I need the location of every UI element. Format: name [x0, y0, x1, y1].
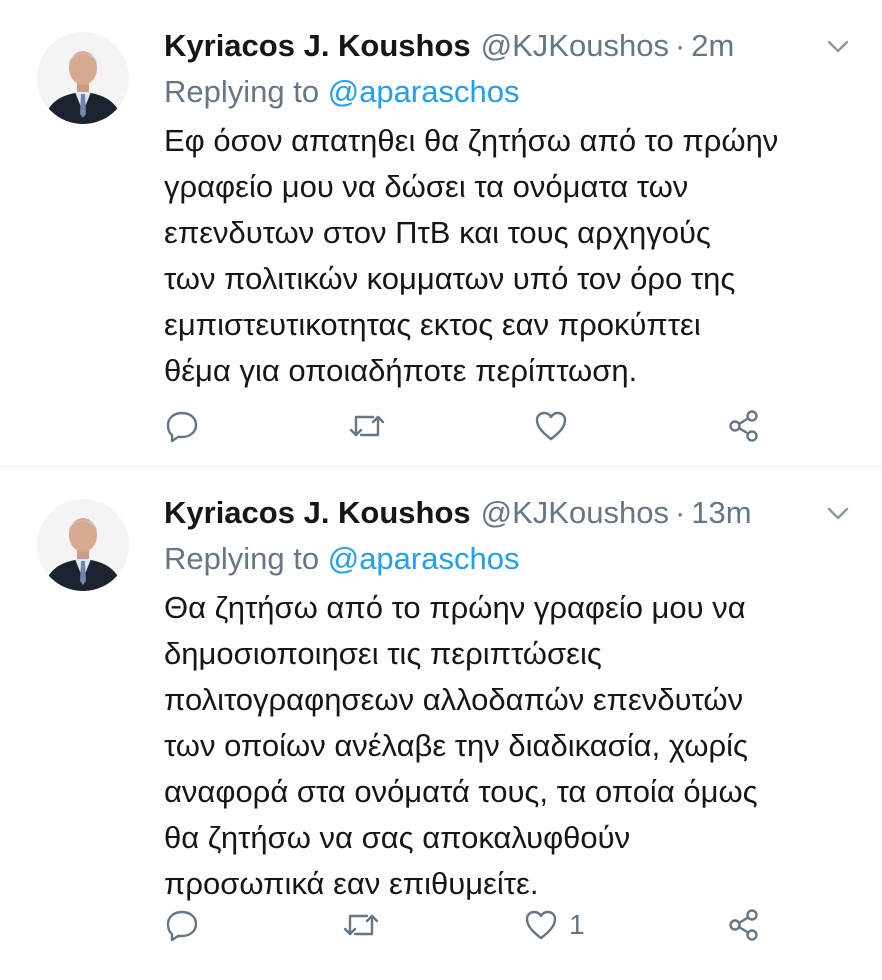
reply-mention-link[interactable]: @aparaschos — [328, 74, 520, 109]
author-handle[interactable]: @KJKoushos — [481, 24, 669, 68]
tweet-actions — [164, 406, 762, 446]
author-name[interactable]: Kyriacos J. Koushos — [164, 491, 471, 535]
share-button[interactable] — [726, 408, 762, 444]
author-handle[interactable]: @KJKoushos — [481, 491, 669, 535]
separator-dot: · — [674, 28, 686, 63]
chevron-down-icon[interactable] — [824, 499, 852, 527]
like-button[interactable]: 1 — [523, 907, 585, 943]
reply-mention-link[interactable]: @aparaschos — [328, 541, 520, 576]
retweet-icon — [344, 914, 379, 936]
share-icon — [729, 909, 758, 941]
heart-icon — [525, 910, 557, 940]
reply-icon — [166, 910, 198, 942]
retweet-icon — [349, 415, 384, 437]
chevron-down-icon[interactable] — [824, 32, 852, 60]
replying-to-label: Replying to — [164, 541, 328, 576]
tweet-header: Kyriacos J. Koushos @KJKoushos · 2m — [164, 24, 852, 68]
avatar[interactable] — [37, 32, 129, 124]
replying-to-label: Replying to — [164, 74, 328, 109]
reply-icon — [166, 411, 198, 443]
tweet-text: Θα ζητήσω από το πρώην γραφείο μου να δη… — [164, 590, 758, 901]
tweet-header: Kyriacos J. Koushos @KJKoushos · 13m — [164, 491, 852, 535]
replying-to: Replying to @aparaschos — [164, 70, 852, 114]
timestamp[interactable]: 2m — [691, 24, 734, 68]
separator-dot: · — [674, 495, 686, 530]
like-count: 1 — [568, 909, 585, 940]
replying-to: Replying to @aparaschos — [164, 537, 852, 581]
reply-button[interactable] — [164, 408, 200, 444]
like-button[interactable] — [533, 408, 579, 444]
retweet-button[interactable] — [341, 907, 381, 943]
author-name[interactable]: Kyriacos J. Koushos — [164, 24, 471, 68]
retweet-button[interactable] — [347, 408, 387, 444]
timestamp[interactable]: 13m — [691, 491, 751, 535]
share-button[interactable] — [726, 907, 762, 943]
tweet[interactable]: Kyriacos J. Koushos @KJKoushos · 2m Repl… — [0, 0, 882, 467]
heart-icon — [536, 411, 567, 441]
share-icon — [729, 410, 758, 442]
tweet[interactable]: Kyriacos J. Koushos @KJKoushos · 13m Rep… — [0, 467, 882, 977]
tweet-actions: 1 — [164, 905, 762, 945]
avatar[interactable] — [37, 499, 129, 591]
tweet-text: Εφ όσον απατηθει θα ζητήσω από το πρώην … — [164, 123, 779, 388]
reply-button[interactable] — [164, 907, 200, 943]
